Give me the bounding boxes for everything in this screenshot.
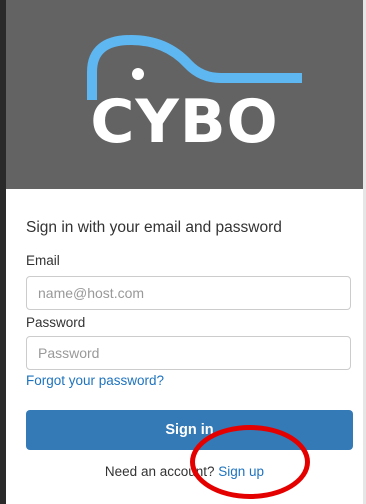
email-label: Email	[26, 253, 60, 268]
login-window: CYBO Sign in with your email and passwor…	[0, 0, 366, 504]
form-heading: Sign in with your email and password	[26, 219, 282, 236]
signin-form: Sign in with your email and password Ema…	[6, 189, 363, 504]
logo-header: CYBO	[6, 0, 363, 189]
logo-wordmark: CYBO	[90, 87, 279, 157]
sign-up-link[interactable]: Sign up	[218, 464, 264, 479]
signup-prompt: Need an account?	[104, 464, 219, 479]
sign-in-button[interactable]: Sign in	[26, 410, 353, 450]
password-label: Password	[26, 315, 86, 330]
forgot-password-link[interactable]: Forgot your password?	[26, 373, 164, 388]
password-field[interactable]	[26, 336, 351, 370]
signup-row: Need an account? Sign up	[6, 464, 363, 479]
email-field[interactable]	[26, 276, 351, 310]
